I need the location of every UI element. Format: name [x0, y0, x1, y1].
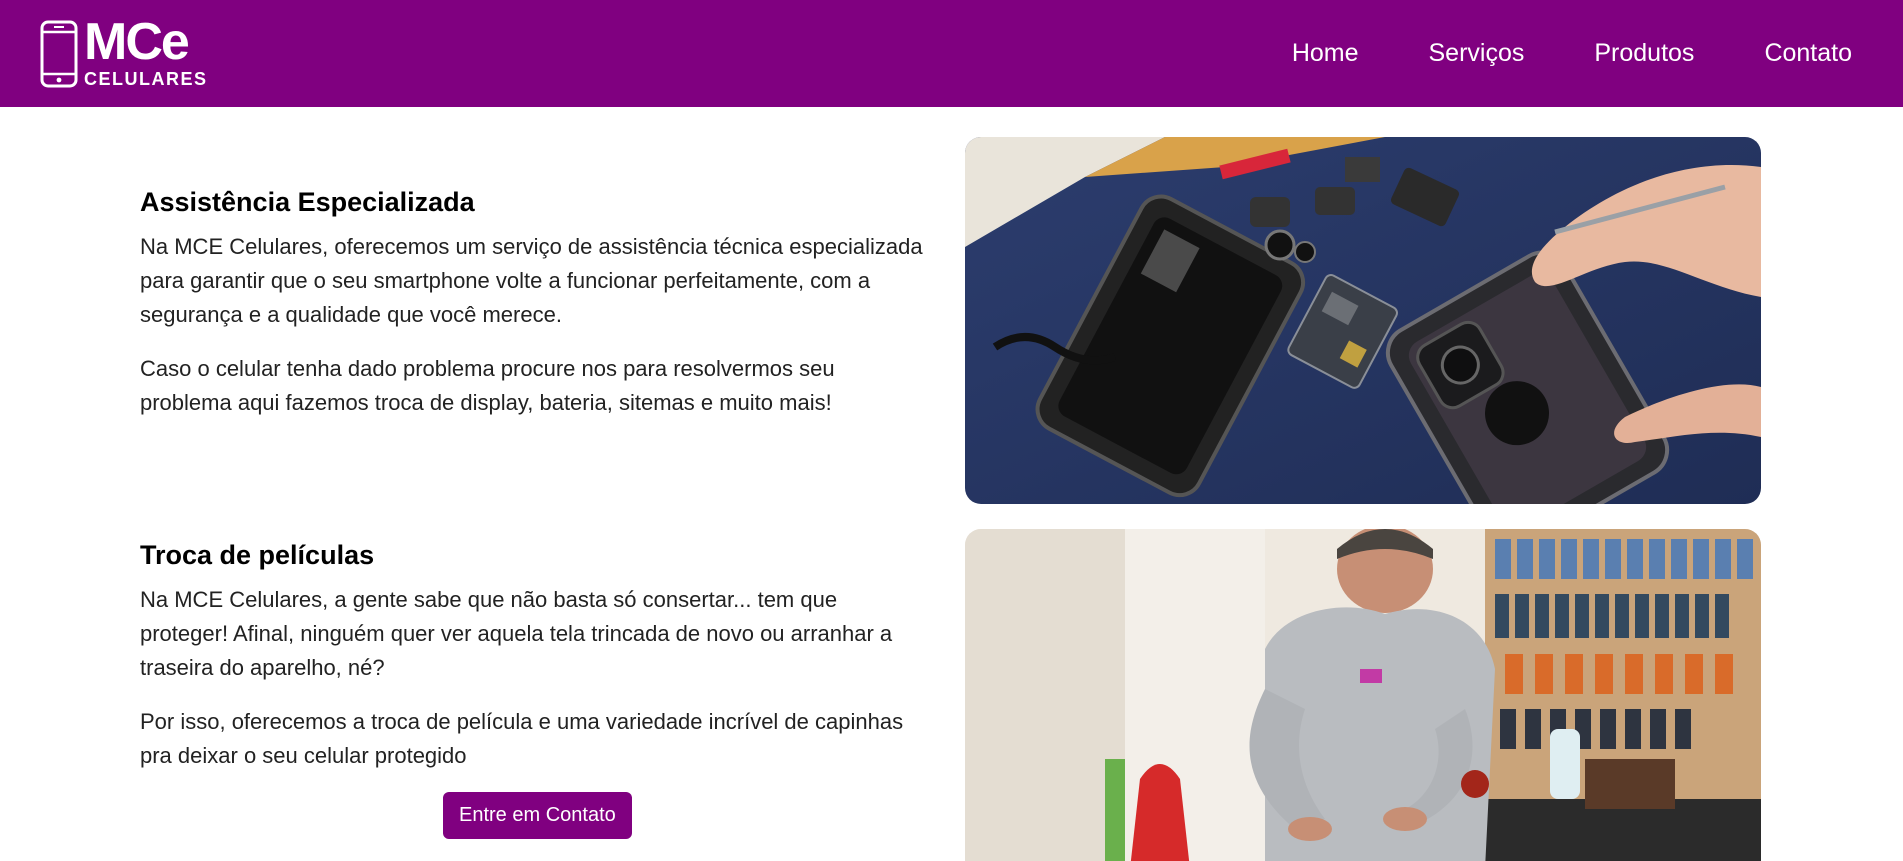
section-title: Assistência Especializada	[140, 187, 475, 217]
repair-photo	[965, 137, 1761, 504]
section-paragraph: Caso o celular tenha dado problema procu…	[140, 356, 835, 415]
store-photo	[965, 529, 1761, 861]
section-assistencia: Assistência Especializada Na MCE Celular…	[0, 107, 1903, 504]
main-nav: Home Serviços Produtos Contato	[1257, 39, 1852, 68]
section-text: Troca de películas Na MCE Celulares, a g…	[140, 540, 930, 793]
section-peliculas: Troca de películas Na MCE Celulares, a g…	[0, 500, 1903, 861]
logo-subtitle: CELULARES	[84, 68, 208, 89]
phone-logo-icon	[40, 20, 78, 87]
nav-link-produtos[interactable]: Produtos	[1559, 39, 1729, 68]
section-paragraph: Na MCE Celulares, a gente sabe que não b…	[140, 587, 893, 680]
logo-wordmark: MCe	[84, 12, 190, 71]
contact-button[interactable]: Entre em Contato	[443, 792, 632, 839]
nav-link-contato[interactable]: Contato	[1729, 39, 1852, 68]
site-header: MCe CELULARES Home Serviços Produtos Con…	[0, 0, 1903, 107]
repair-photo-image	[965, 137, 1761, 504]
section-text: Assistência Especializada Na MCE Celular…	[140, 187, 930, 440]
store-photo-image	[965, 529, 1761, 861]
nav-link-servicos[interactable]: Serviços	[1394, 39, 1560, 68]
logo[interactable]: MCe CELULARES	[40, 12, 208, 89]
section-paragraph: Na MCE Celulares, oferecemos um serviço …	[140, 234, 923, 327]
section-paragraph: Por isso, oferecemos a troca de película…	[140, 709, 904, 768]
section-title: Troca de películas	[140, 540, 375, 570]
nav-link-home[interactable]: Home	[1257, 39, 1394, 68]
